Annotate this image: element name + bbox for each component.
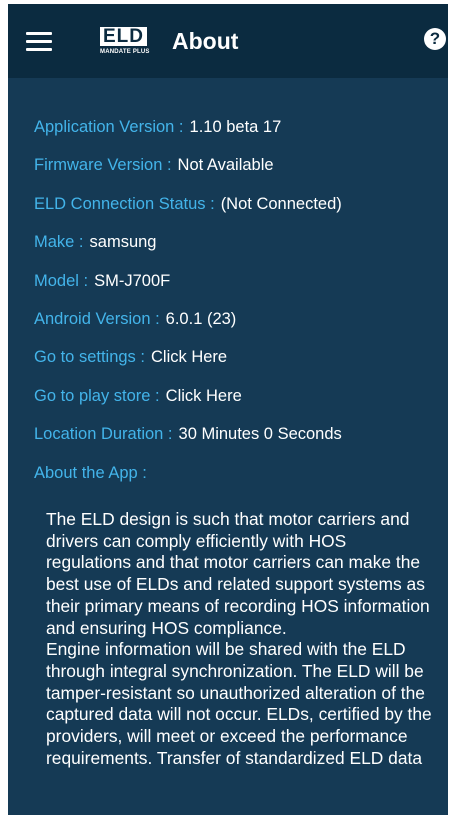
logo-text: ELD: [100, 27, 147, 46]
application-version-row: Application Version : 1.10 beta 17: [34, 116, 434, 154]
info-value: samsung: [89, 233, 157, 252]
page-title: About: [172, 28, 239, 54]
info-label: Make :: [34, 233, 84, 252]
app-bar: ELD MANDATE PLUS About ?: [8, 4, 448, 78]
android-version-row: Android Version : 6.0.1 (23): [34, 308, 434, 346]
model-row: Model : SM-J700F: [34, 270, 434, 308]
info-label: Android Version :: [34, 309, 160, 328]
about-the-app-label: About the App :: [34, 463, 147, 482]
info-value: 1.10 beta 17: [189, 118, 282, 136]
info-value: 6.0.1 (23): [165, 309, 237, 328]
help-icon[interactable]: ?: [424, 28, 446, 50]
hamburger-menu-icon[interactable]: [26, 32, 52, 52]
play-store-click-here-link[interactable]: Click Here: [166, 387, 242, 405]
info-value: Not Available: [177, 156, 274, 175]
settings-click-here-link[interactable]: Click Here: [151, 348, 227, 366]
info-value: SM-J700F: [94, 271, 171, 290]
info-label: Location Duration :: [34, 425, 173, 444]
info-label: Go to settings :: [34, 348, 145, 367]
info-label: ELD Connection Status :: [34, 194, 215, 213]
app-screen: ELD MANDATE PLUS About ? Application Ver…: [8, 4, 448, 815]
info-label: Application Version :: [34, 118, 184, 136]
about-paragraph: Engine information will be shared with t…: [46, 639, 432, 768]
info-label: Model :: [34, 271, 89, 290]
about-text: The ELD design is such that motor carrie…: [46, 509, 436, 769]
firmware-version-row: Firmware Version : Not Available: [34, 154, 434, 192]
info-label: Go to play store :: [34, 386, 160, 405]
info-label: Firmware Version :: [34, 156, 172, 175]
info-value: 30 Minutes 0 Seconds: [178, 425, 342, 444]
info-list: Application Version : 1.10 beta 17 Firmwa…: [34, 116, 434, 484]
info-value: (Not Connected): [220, 194, 342, 213]
go-to-play-store-row: Go to play store : Click Here: [34, 385, 434, 423]
make-row: Make : samsung: [34, 231, 434, 269]
eld-connection-status-row: ELD Connection Status : (Not Connected): [34, 193, 434, 231]
about-paragraph: The ELD design is such that motor carrie…: [46, 509, 430, 638]
eld-logo: ELD MANDATE PLUS: [100, 27, 160, 55]
go-to-settings-row: Go to settings : Click Here: [34, 346, 434, 384]
location-duration-row: Location Duration : 30 Minutes 0 Seconds: [34, 423, 434, 461]
logo-subtext: MANDATE PLUS: [100, 49, 150, 55]
